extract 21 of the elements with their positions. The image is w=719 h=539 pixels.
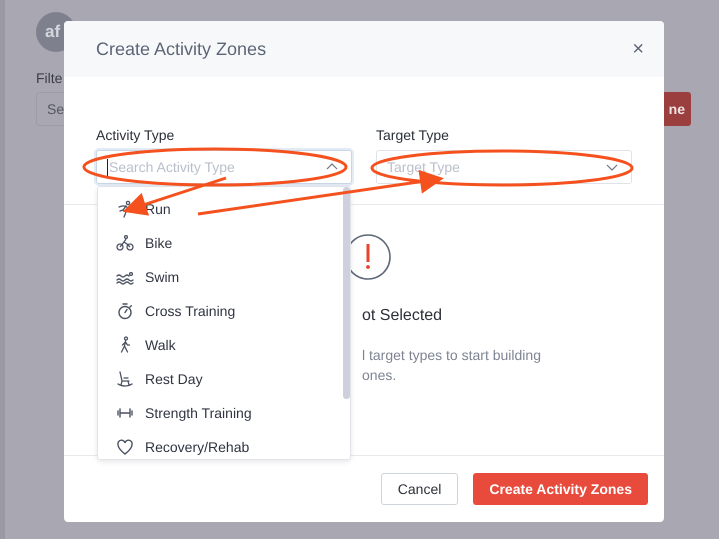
- filter-label: Filte: [36, 70, 64, 86]
- cancel-button[interactable]: Cancel: [380, 473, 458, 505]
- empty-state-heading: ot Selected: [362, 307, 444, 325]
- dropdown-option[interactable]: Strength Training: [98, 396, 350, 430]
- rocking-chair-icon: [116, 370, 134, 388]
- dropdown-option[interactable]: Swim: [98, 260, 350, 294]
- close-button[interactable]: ×: [632, 38, 644, 60]
- dropdown-option[interactable]: Walk: [98, 328, 350, 362]
- create-button[interactable]: Create Activity Zones: [473, 473, 648, 505]
- field-label: Activity Type: [96, 127, 176, 143]
- modal-title: Create Activity Zones: [96, 38, 266, 60]
- dropdown-option[interactable]: Bike: [98, 226, 350, 260]
- heart-icon: [116, 438, 134, 456]
- field-label: Target Type: [376, 127, 450, 143]
- stopwatch-icon: [116, 302, 134, 320]
- dropdown-option[interactable]: Recovery/Rehab: [98, 430, 350, 459]
- bicycle-icon: [116, 234, 134, 252]
- empty-state-description: l target types to start building ones.: [362, 346, 542, 385]
- dropdown-option[interactable]: Rest Day: [98, 362, 350, 396]
- dropdown-option[interactable]: Cross Training: [98, 294, 350, 328]
- scrollbar[interactable]: [343, 187, 350, 399]
